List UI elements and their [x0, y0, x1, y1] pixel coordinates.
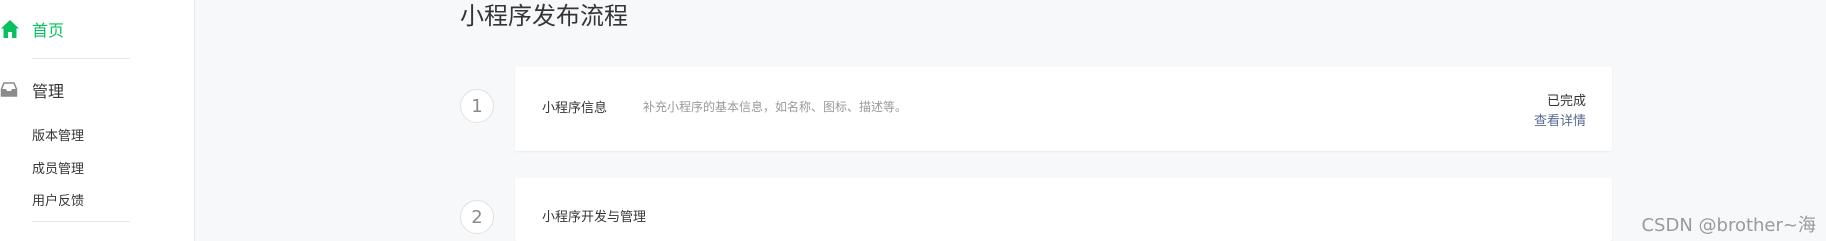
sidebar-subitem-feedback[interactable]: 用户反馈 [32, 190, 84, 209]
app: 首页 管理 版本管理 成员管理 用户反馈 小程序发布流程 1 小程序信息 补充小… [0, 0, 1826, 241]
step-title: 小程序开发与管理 [542, 210, 647, 225]
step-card-1: 小程序信息 补充小程序的基本信息，如名称、图标、描述等。 已完成 查看详情 [515, 67, 1612, 151]
sidebar: 首页 管理 版本管理 成员管理 用户反馈 [0, 0, 195, 241]
sidebar-subitem-version[interactable]: 版本管理 [32, 125, 84, 144]
sidebar-subitem-members[interactable]: 成员管理 [32, 158, 84, 177]
view-details-link[interactable]: 查看详情 [1534, 110, 1586, 129]
step-title: 小程序信息 [542, 101, 608, 116]
home-icon [0, 19, 20, 39]
step-number-2: 2 [460, 200, 494, 234]
sidebar-divider [32, 58, 130, 59]
watermark: CSDN @brother~海 [1641, 215, 1816, 236]
page-title: 小程序发布流程 [460, 2, 628, 30]
sidebar-item-home[interactable]: 首页 [0, 14, 190, 44]
step-description: 补充小程序的基本信息，如名称、图标、描述等。 [643, 100, 908, 114]
sidebar-item-home-label: 首页 [32, 21, 65, 40]
step-number-1: 1 [460, 89, 494, 123]
sidebar-item-manage-label: 管理 [32, 82, 65, 101]
sidebar-divider [32, 221, 130, 222]
step-card-2: 小程序开发与管理 [515, 178, 1612, 241]
status-badge: 已完成 [1546, 94, 1586, 109]
inbox-icon [0, 81, 18, 99]
sidebar-item-manage[interactable]: 管理 [0, 75, 190, 105]
